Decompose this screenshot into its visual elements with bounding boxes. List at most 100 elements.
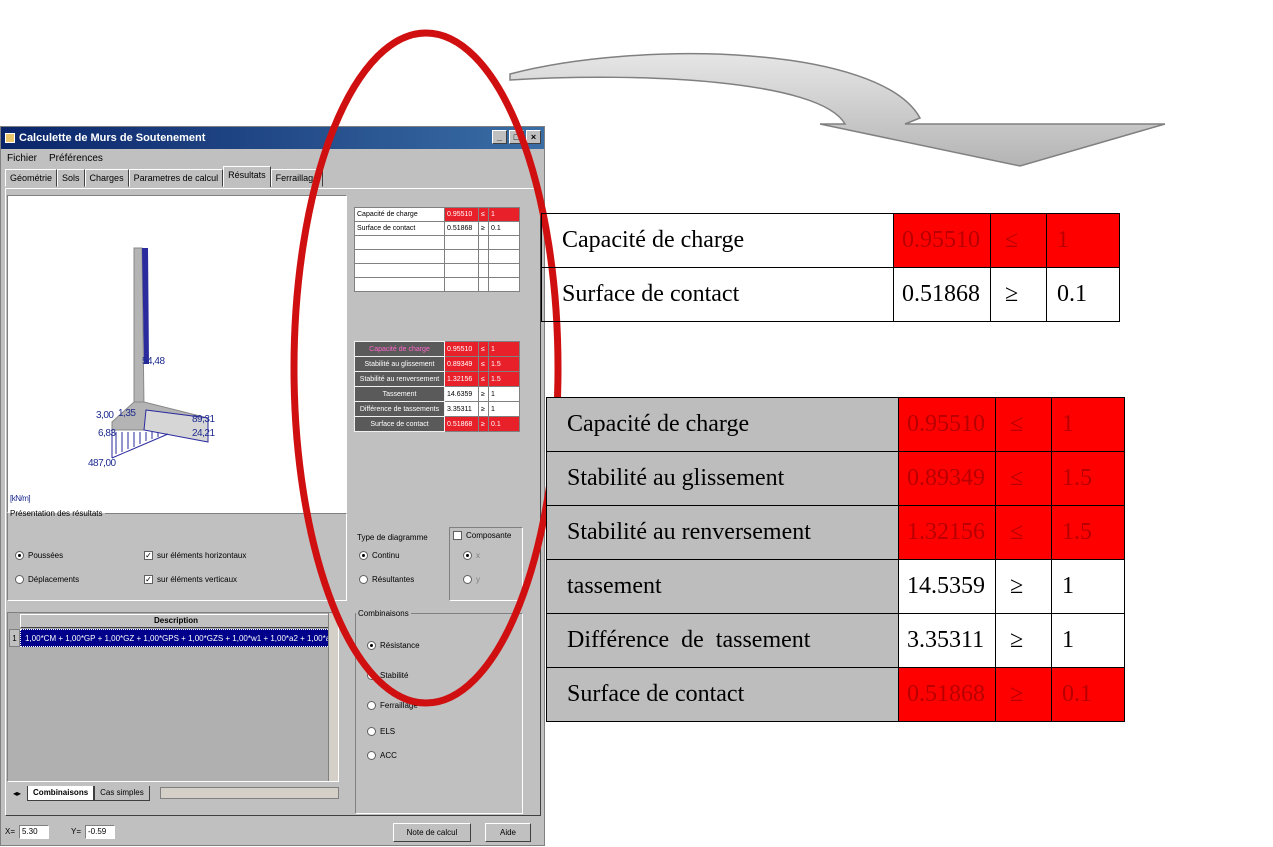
minimize-button[interactable]: _ bbox=[492, 130, 507, 144]
row-operator: ≤ bbox=[990, 213, 1047, 268]
radio-resistance[interactable]: Résistance bbox=[367, 641, 420, 650]
check-composante[interactable]: Composante bbox=[453, 531, 511, 540]
base-pressure-arrows bbox=[115, 432, 159, 454]
combinaisons-legend: Combinaisons bbox=[358, 609, 409, 618]
diagram-unit: [kN/m] bbox=[10, 494, 31, 503]
option-label: Résistance bbox=[380, 641, 420, 650]
app-window: Calculette de Murs de Soutenement _ □ × … bbox=[0, 126, 545, 846]
option-label: y bbox=[476, 575, 480, 584]
row-operator: ≤ bbox=[995, 397, 1052, 452]
row-operator: ≥ bbox=[478, 386, 489, 402]
row-limit: 1 bbox=[1051, 559, 1125, 614]
checkbox-checked-icon: ✓ bbox=[144, 551, 153, 560]
row-label: Stabilité au renversement bbox=[546, 505, 899, 560]
maximize-button[interactable]: □ bbox=[509, 130, 524, 144]
diagram-label: 487,00 bbox=[88, 458, 116, 469]
table-row bbox=[354, 249, 520, 264]
option-label: x bbox=[476, 551, 480, 560]
table-row: Stabilité au renversement 1.32156 ≤ 1.5 bbox=[354, 371, 520, 387]
table-row: Tassement 14.6359 ≥ 1 bbox=[354, 386, 520, 402]
row-value: 14.5359 bbox=[898, 559, 996, 614]
row-limit: 1.5 bbox=[488, 356, 520, 372]
small-results-table-1: Capacité de charge 0.95510 ≤ 1 Surface d… bbox=[354, 207, 520, 292]
row-limit: 0.1 bbox=[488, 221, 520, 236]
radio-poussees[interactable]: Poussées bbox=[15, 551, 63, 560]
row-value: 0.51868 bbox=[893, 267, 991, 322]
row-operator: ≥ bbox=[478, 401, 489, 417]
small-results-table-2: Capacité de charge 0.95510 ≤ 1 Stabilité… bbox=[354, 341, 520, 432]
diagram-label: 6,83 bbox=[98, 428, 116, 439]
radio-ferraillage[interactable]: Ferraillage bbox=[367, 701, 418, 710]
row-value: 0.95510 bbox=[893, 213, 991, 268]
aide-button[interactable]: Aide bbox=[485, 823, 531, 842]
row-limit: 1.5 bbox=[488, 371, 520, 387]
row-operator: ≥ bbox=[478, 221, 489, 236]
radio-icon bbox=[367, 751, 376, 760]
horizontal-scrollbar[interactable] bbox=[159, 787, 339, 799]
menu-preferences[interactable]: Préférences bbox=[49, 153, 103, 164]
radio-icon bbox=[367, 701, 376, 710]
row-label: Surface de contact bbox=[354, 221, 445, 236]
diagram-type-legend: Type de diagramme bbox=[357, 533, 428, 542]
grid-row-number: 1 bbox=[9, 629, 20, 647]
tab-scroll-arrows-icon[interactable]: ◂▸ bbox=[7, 789, 27, 798]
table-row: Surface de contact 0.51868 ≥ 0.1 bbox=[546, 667, 1125, 722]
tab-combinaisons[interactable]: Combinaisons bbox=[27, 785, 95, 801]
option-label: sur éléments verticaux bbox=[157, 575, 238, 584]
row-value: 14.6359 bbox=[444, 386, 479, 402]
window-title: Calculette de Murs de Soutenement bbox=[19, 132, 206, 144]
row-value: 3.35311 bbox=[444, 401, 479, 417]
check-vertical[interactable]: ✓ sur éléments verticaux bbox=[144, 575, 237, 584]
radio-y[interactable]: y bbox=[463, 575, 480, 584]
radio-stabilite[interactable]: Stabilité bbox=[367, 671, 408, 680]
option-label: ACC bbox=[380, 751, 397, 760]
table-row: Capacité de charge 0.95510 ≤ 1 bbox=[354, 207, 520, 222]
row-operator: ≤ bbox=[478, 207, 489, 222]
row-label: Stabilité au glissement bbox=[546, 451, 899, 506]
row-value: 1.32156 bbox=[898, 505, 996, 560]
row-operator: ≤ bbox=[478, 356, 489, 372]
table-row: Stabilité au glissement 0.89349 ≤ 1.5 bbox=[354, 356, 520, 372]
row-limit: 1 bbox=[488, 207, 520, 222]
row-limit: 1 bbox=[1051, 613, 1125, 668]
tab-sols[interactable]: Sols bbox=[57, 169, 85, 187]
radio-continu[interactable]: Continu bbox=[359, 551, 400, 560]
radio-acc[interactable]: ACC bbox=[367, 751, 397, 760]
grid-row-selected[interactable]: 1,00*CM + 1,00*GP + 1,00*GZ + 1,00*GPS +… bbox=[20, 629, 332, 647]
tab-charges[interactable]: Charges bbox=[84, 169, 129, 187]
tab-cas-simples[interactable]: Cas simples bbox=[94, 785, 150, 801]
radio-x[interactable]: x bbox=[463, 551, 480, 560]
row-value: 0.95510 bbox=[444, 207, 479, 222]
wall-diagram: 54,48 3,00 1,35 6,83 89,31 24,21 487,00 … bbox=[7, 195, 347, 513]
row-label: Stabilité au glissement bbox=[354, 356, 445, 372]
big-results-table-2: Capacité de charge 0.95510 ≤ 1 Stabilité… bbox=[546, 397, 1125, 722]
row-operator: ≥ bbox=[995, 667, 1052, 722]
table-row: Surface de contact 0.51868 ≥ 0.1 bbox=[354, 221, 520, 236]
radio-deplacements[interactable]: Déplacements bbox=[15, 575, 79, 584]
radio-icon bbox=[367, 727, 376, 736]
row-operator: ≥ bbox=[990, 267, 1047, 322]
menu-bar: Fichier Préférences bbox=[1, 150, 544, 166]
radio-resultantes[interactable]: Résultantes bbox=[359, 575, 414, 584]
table-row: Capacité de charge 0.95510 ≤ 1 bbox=[354, 341, 520, 357]
close-button[interactable]: × bbox=[526, 130, 541, 144]
option-label: Déplacements bbox=[28, 575, 80, 584]
tab-geometrie[interactable]: Géométrie bbox=[5, 169, 58, 187]
row-operator: ≤ bbox=[995, 451, 1052, 506]
tab-parametres[interactable]: Parametres de calcul bbox=[128, 169, 224, 187]
option-label: sur éléments horizontaux bbox=[157, 551, 247, 560]
tab-resultats[interactable]: Résultats bbox=[223, 166, 271, 187]
table-row: Capacité de charge 0.95510 ≤ 1 bbox=[546, 397, 1125, 452]
menu-fichier[interactable]: Fichier bbox=[7, 153, 37, 164]
note-de-calcul-button[interactable]: Note de calcul bbox=[393, 823, 471, 842]
radio-els[interactable]: ELS bbox=[367, 727, 395, 736]
check-horizontal[interactable]: ✓ sur éléments horizontaux bbox=[144, 551, 246, 560]
grid-vertical-scrollbar[interactable] bbox=[328, 613, 338, 781]
diagram-label: 54,48 bbox=[142, 356, 165, 367]
row-label: Capacité de charge bbox=[354, 207, 445, 222]
radio-icon bbox=[463, 551, 472, 560]
row-label: tassement bbox=[546, 559, 899, 614]
row-operator: ≥ bbox=[995, 559, 1052, 614]
row-label: Capacité de charge bbox=[354, 341, 445, 357]
tab-ferraillage[interactable]: Ferraillage bbox=[270, 169, 324, 187]
